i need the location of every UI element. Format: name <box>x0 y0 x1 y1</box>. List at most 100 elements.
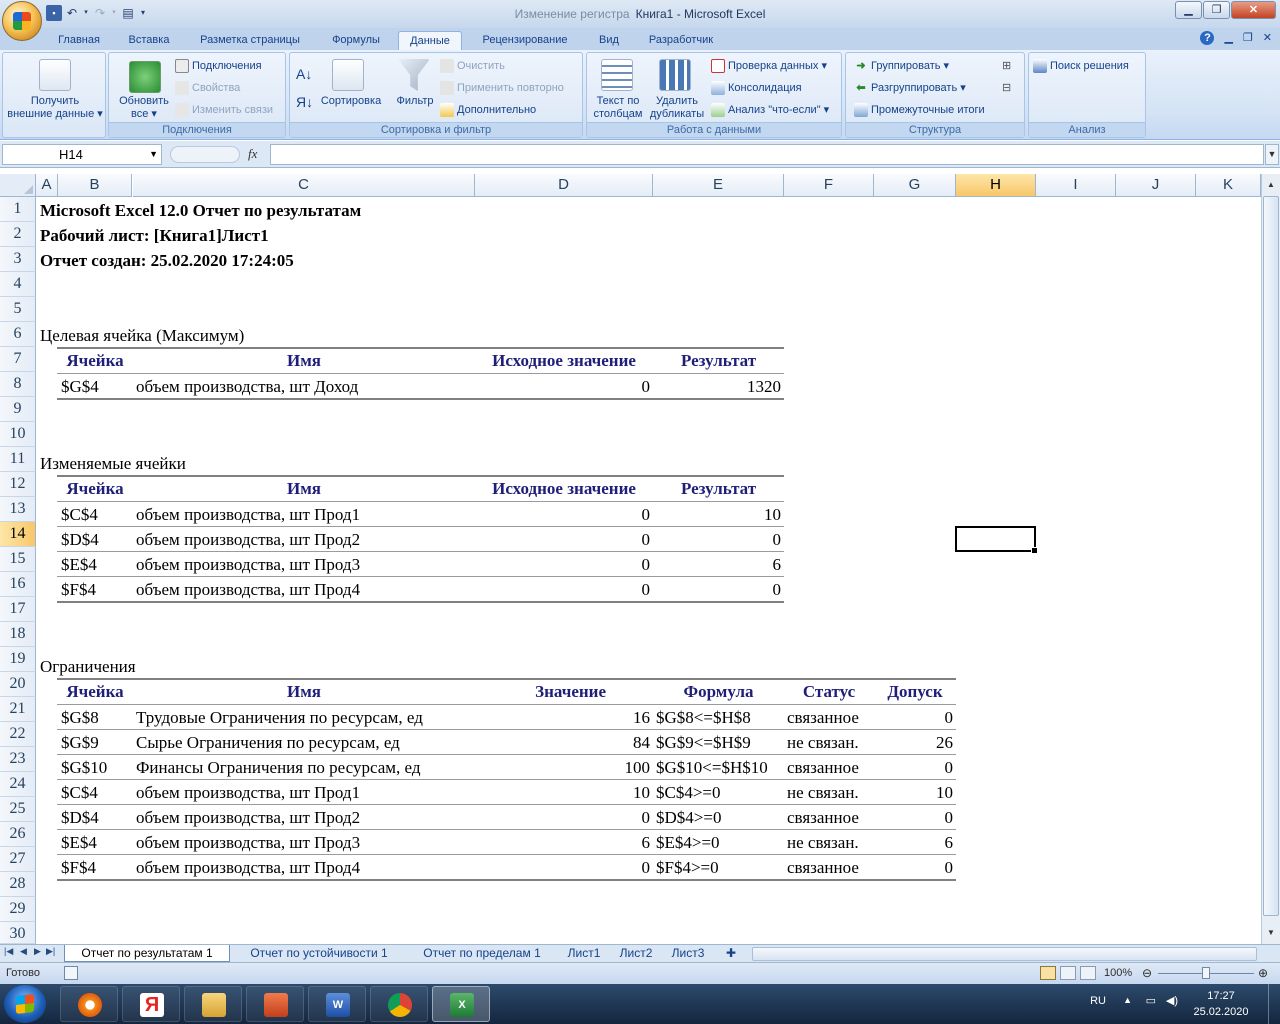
tab-data[interactable]: Данные <box>398 31 462 50</box>
horizontal-scrollbar[interactable] <box>752 947 1257 961</box>
active-cell-h14[interactable] <box>955 526 1038 554</box>
row-header-17[interactable]: 17 <box>0 597 36 622</box>
row-header-22[interactable]: 22 <box>0 722 36 747</box>
changing-row-name[interactable]: объем производства, шт Прод4 <box>136 578 360 602</box>
tab-view[interactable]: Вид <box>590 31 628 50</box>
target-header-result[interactable]: Результат <box>653 349 784 373</box>
what-if-button[interactable]: Анализ "что-если" ▾ <box>711 103 829 118</box>
constraint-row-slack[interactable]: 0 <box>874 806 954 830</box>
clock-time[interactable]: 17:27 <box>1186 990 1256 1002</box>
changing-header-cell[interactable]: Ячейка <box>57 477 133 501</box>
target-header-cell[interactable]: Ячейка <box>57 349 133 373</box>
subtotal-button[interactable]: Промежуточные итоги <box>854 103 985 117</box>
tab-insert[interactable]: Вставка <box>118 31 180 50</box>
row-header-4[interactable]: 4 <box>0 272 36 297</box>
vertical-scrollbar[interactable]: ▲ ▼ <box>1261 174 1280 944</box>
constraint-row-formula[interactable]: $D$4>=0 <box>656 806 721 830</box>
doc-minimize-icon[interactable]: ▁ <box>1224 31 1232 45</box>
clear-button[interactable]: Очистить <box>440 59 505 73</box>
constraints-header-name[interactable]: Имя <box>133 680 475 704</box>
tab-home[interactable]: Главная <box>48 31 110 50</box>
constraint-row-formula[interactable]: $F$4>=0 <box>656 856 719 880</box>
zoom-in-icon[interactable]: ⊕ <box>1258 966 1268 980</box>
scroll-up-icon[interactable]: ▲ <box>1263 176 1279 194</box>
row-header-14[interactable]: 14 <box>0 522 36 547</box>
row-header-19[interactable]: 19 <box>0 647 36 672</box>
row-header-15[interactable]: 15 <box>0 547 36 572</box>
formula-input[interactable] <box>270 144 1264 165</box>
constraints-header-status[interactable]: Статус <box>784 680 874 704</box>
show-desktop-button[interactable] <box>1268 984 1280 1024</box>
target-row-cell[interactable]: $G$4 <box>61 375 99 399</box>
changing-header-name[interactable]: Имя <box>133 477 475 501</box>
tray-expand-icon[interactable]: ▲ <box>1123 995 1132 1005</box>
constraint-row-status[interactable]: связанное <box>787 756 859 780</box>
column-header-c[interactable]: C <box>133 174 475 197</box>
constraint-row-cell[interactable]: $F$4 <box>61 856 96 880</box>
target-header-name[interactable]: Имя <box>133 349 475 373</box>
changing-row-cell[interactable]: $C$4 <box>61 503 98 527</box>
constraint-row-status[interactable]: связанное <box>787 806 859 830</box>
row-header-7[interactable]: 7 <box>0 347 36 372</box>
row-header-8[interactable]: 8 <box>0 372 36 397</box>
sort-za-button[interactable]: Я↓ <box>296 93 313 111</box>
get-external-data-button[interactable]: Получить внешние данные ▾ <box>3 95 107 121</box>
row-header-3[interactable]: 3 <box>0 247 36 272</box>
changing-row-original[interactable]: 0 <box>475 578 651 602</box>
tab-formulas[interactable]: Формулы <box>322 31 390 50</box>
select-all-corner[interactable] <box>0 174 36 197</box>
column-header-i[interactable]: I <box>1036 174 1116 197</box>
worksheet-grid[interactable]: Microsoft Excel 12.0 Отчет по результата… <box>36 197 1260 943</box>
changing-row-result[interactable]: 0 <box>653 578 782 602</box>
normal-view-icon[interactable] <box>1040 966 1056 980</box>
row-header-9[interactable]: 9 <box>0 397 36 422</box>
constraint-row-cell[interactable]: $C$4 <box>61 781 98 805</box>
constraint-row-value[interactable]: 0 <box>475 806 651 830</box>
target-header-original[interactable]: Исходное значение <box>475 349 653 373</box>
target-row-name[interactable]: объем производства, шт Доход <box>136 375 358 399</box>
constraints-heading[interactable]: Ограничения <box>40 655 136 679</box>
constraint-row-name[interactable]: объем производства, шт Прод4 <box>136 856 360 880</box>
changing-heading[interactable]: Изменяемые ячейки <box>40 452 186 476</box>
row-header-5[interactable]: 5 <box>0 297 36 322</box>
constraint-row-formula[interactable]: $G$10<=$H$10 <box>656 756 768 780</box>
constraint-row-value[interactable]: 6 <box>475 831 651 855</box>
constraint-row-formula[interactable]: $G$9<=$H$9 <box>656 731 751 755</box>
doc-restore-icon[interactable]: ❐ <box>1243 31 1253 45</box>
text-to-columns-button[interactable]: Текст по столбцам <box>587 95 649 121</box>
changing-row-original[interactable]: 0 <box>475 553 651 577</box>
constraint-row-value[interactable]: 0 <box>475 856 651 880</box>
changing-row-name[interactable]: объем производства, шт Прод2 <box>136 528 360 552</box>
row-header-11[interactable]: 11 <box>0 447 36 472</box>
constraint-row-cell[interactable]: $G$9 <box>61 731 99 755</box>
constraint-row-formula[interactable]: $E$4>=0 <box>656 831 720 855</box>
sheet-tab-list3[interactable]: Лист3 <box>664 945 712 962</box>
column-header-d[interactable]: D <box>475 174 653 197</box>
ungroup-button[interactable]: ⬅ Разгруппировать ▾ <box>854 81 965 95</box>
taskbar-chrome[interactable] <box>370 986 428 1022</box>
row-header-26[interactable]: 26 <box>0 822 36 847</box>
row-header-18[interactable]: 18 <box>0 622 36 647</box>
first-sheet-icon[interactable]: |◀ <box>4 946 13 957</box>
sheet-tab-sensitivity-report[interactable]: Отчет по устойчивости 1 <box>236 945 402 962</box>
page-break-view-icon[interactable] <box>1080 966 1096 980</box>
zoom-level[interactable]: 100% <box>1104 967 1132 979</box>
column-header-k[interactable]: K <box>1196 174 1261 197</box>
start-button[interactable] <box>4 985 46 1023</box>
sheet-tab-list2[interactable]: Лист2 <box>612 945 660 962</box>
sheet-tab-list1[interactable]: Лист1 <box>560 945 608 962</box>
constraint-row-formula[interactable]: $C$4>=0 <box>656 781 721 805</box>
constraint-row-name[interactable]: объем производства, шт Прод1 <box>136 781 360 805</box>
constraint-row-status[interactable]: связанное <box>787 856 859 880</box>
constraint-row-name[interactable]: объем производства, шт Прод3 <box>136 831 360 855</box>
doc-close-icon[interactable]: ✕ <box>1263 31 1272 45</box>
group-button[interactable]: ➜ Группировать ▾ <box>854 59 949 73</box>
column-header-a[interactable]: A <box>36 174 58 197</box>
constraints-header-value[interactable]: Значение <box>475 680 606 704</box>
changing-row-name[interactable]: объем производства, шт Прод3 <box>136 553 360 577</box>
sort-az-button[interactable]: A↓ <box>296 65 312 83</box>
tab-review[interactable]: Рецензирование <box>472 31 578 50</box>
row-header-30[interactable]: 30 <box>0 922 36 944</box>
changing-row-cell[interactable]: $F$4 <box>61 578 96 602</box>
constraint-row-name[interactable]: Трудовые Ограничения по ресурсам, ед <box>136 706 423 730</box>
